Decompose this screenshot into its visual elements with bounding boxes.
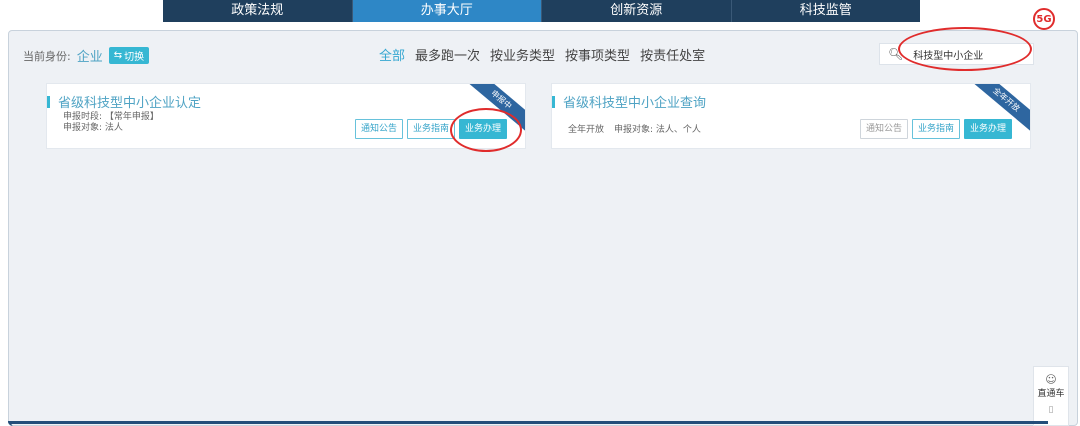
card-meta: 申报时段: 【常年申报】 申报对象: 法人 [63, 112, 159, 134]
card-meta: 全年开放 申报对象: 法人、个人 [568, 125, 701, 136]
filter-once[interactable]: 最多跑一次 [415, 45, 480, 64]
service-card-query: 省级科技型中小企业查询 全年开放 全年开放 申报对象: 法人、个人 通知公告 业… [551, 83, 1031, 149]
swap-icon: ⇆ [113, 50, 123, 61]
card-title[interactable]: 省级科技型中小企业认定 [47, 92, 201, 111]
filter-business-type[interactable]: 按业务类型 [490, 45, 555, 64]
card-actions: 通知公告 业务指南 业务办理 [859, 119, 1012, 139]
user-logo-icon[interactable]: 5G [1033, 8, 1055, 30]
handle-business-button[interactable]: 业务办理 [458, 119, 507, 139]
notice-button[interactable]: 通知公告 [859, 119, 908, 139]
quick-access-button[interactable]: ☺ 直通车 ▯ [1033, 366, 1069, 426]
card-actions: 通知公告 业务指南 业务办理 [354, 119, 507, 139]
main-panel: 当前身份: 企业 ⇆ 切换 全部 最多跑一次 按业务类型 按事项类型 按责任处室… [8, 30, 1078, 426]
filter-bar: 当前身份: 企业 ⇆ 切换 全部 最多跑一次 按业务类型 按事项类型 按责任处室… [9, 39, 1077, 67]
card-title-text: 省级科技型中小企业查询 [563, 96, 707, 111]
card-title-text: 省级科技型中小企业认定 [58, 96, 202, 111]
top-nav: 政策法规 办事大厅 创新资源 科技监管 [163, 0, 920, 22]
identity-entity: 企业 [76, 50, 103, 65]
search-box: 🔍︎ [879, 43, 1034, 65]
document-icon: ▯ [1048, 405, 1054, 415]
service-card-certification: 省级科技型中小企业认定 申报中 申报时段: 【常年申报】 申报对象: 法人 通知… [46, 83, 526, 149]
apply-target: 申报对象: 法人 [63, 123, 123, 133]
bottom-frame [8, 421, 1048, 426]
switch-label: 切换 [124, 52, 145, 63]
filter-all[interactable]: 全部 [379, 45, 405, 64]
notice-button[interactable]: 通知公告 [354, 119, 403, 139]
search-input[interactable] [913, 48, 1014, 60]
tab-tech-supervision[interactable]: 科技监管 [732, 0, 921, 22]
filter-item-type[interactable]: 按事项类型 [565, 45, 630, 64]
guide-button[interactable]: 业务指南 [406, 119, 455, 139]
tab-service-hall[interactable]: 办事大厅 [352, 0, 542, 22]
guide-button[interactable]: 业务指南 [911, 119, 960, 139]
filter-tabs: 全部 最多跑一次 按业务类型 按事项类型 按责任处室 [379, 45, 705, 64]
identity-label: 当前身份: [23, 49, 71, 63]
filter-department[interactable]: 按责任处室 [640, 45, 705, 64]
identity-section: 当前身份: 企业 ⇆ 切换 [23, 46, 150, 65]
service-icon: ☺ [1045, 373, 1057, 386]
handle-business-button[interactable]: 业务办理 [963, 119, 1012, 139]
switch-identity-button[interactable]: ⇆ 切换 [108, 47, 150, 64]
search-icon[interactable]: 🔍︎ [888, 47, 903, 61]
quick-access-label: 直通车 [1037, 389, 1065, 399]
tab-innovation-resources[interactable]: 创新资源 [542, 0, 732, 22]
tab-policy[interactable]: 政策法规 [163, 0, 353, 22]
card-title[interactable]: 省级科技型中小企业查询 [552, 92, 706, 111]
title-marker [552, 95, 555, 108]
apply-target: 申报对象: 法人、个人 [614, 125, 701, 135]
title-marker [47, 95, 50, 108]
open-period: 全年开放 [568, 125, 605, 135]
apply-period: 申报时段: 【常年申报】 [63, 112, 159, 122]
